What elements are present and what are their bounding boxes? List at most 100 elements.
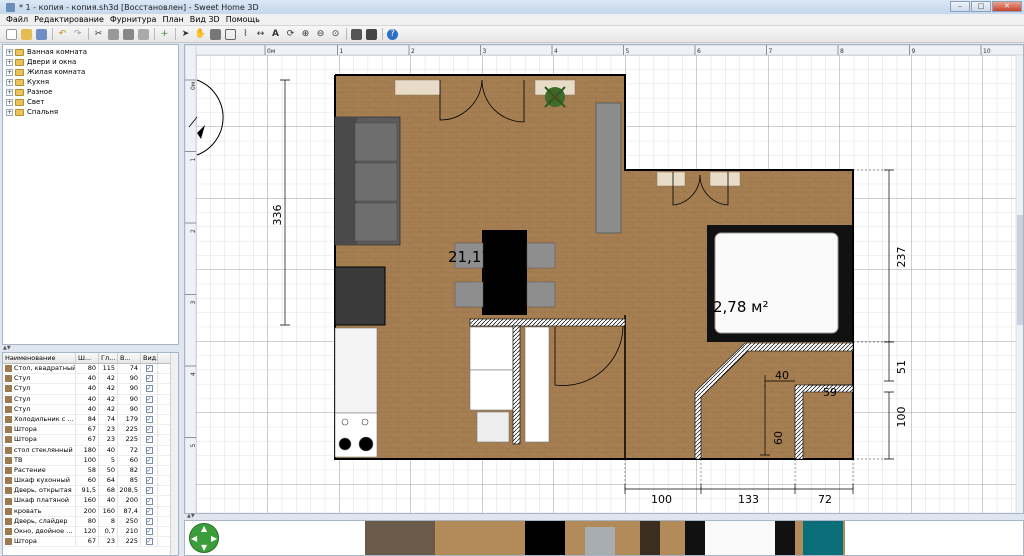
create-video-icon[interactable] <box>366 28 377 40</box>
catalog-category-bathroom[interactable]: + Ванная комната <box>3 47 178 57</box>
visible-checkbox[interactable]: ✓ <box>145 517 153 525</box>
expand-icon[interactable]: + <box>6 88 13 96</box>
table-row[interactable]: Холодильник с ... 84 74 179 ✓ <box>3 414 178 426</box>
catalog-splitter[interactable]: ▲▼ <box>0 346 182 351</box>
create-polylines-icon[interactable]: ⌇ <box>240 29 251 40</box>
zoom-in-icon[interactable]: ⊕ <box>300 29 311 40</box>
menu-help[interactable]: Помощь <box>223 15 263 24</box>
table-row[interactable]: Штора 67 23 225 ✓ <box>3 425 178 436</box>
table-row[interactable]: Растение 58 50 82 ✓ <box>3 465 178 477</box>
expand-icon[interactable]: + <box>6 98 13 106</box>
menu-3d-view[interactable]: Вид 3D <box>187 15 223 24</box>
menu-edit[interactable]: Редактирование <box>31 15 107 24</box>
arrow-down-icon[interactable]: ▼ <box>201 544 207 552</box>
create-dimensions-icon[interactable]: ↔ <box>255 29 266 40</box>
redo-icon[interactable]: ↷ <box>72 29 83 40</box>
table-row[interactable]: Окно, двойное ... 120 0,7 210 ✓ <box>3 527 178 538</box>
column-header-visible[interactable]: Вид... <box>141 353 158 363</box>
close-button[interactable]: ✕ <box>992 1 1022 12</box>
create-rooms-icon[interactable] <box>225 28 236 40</box>
table-row[interactable]: Шкаф платяной 160 40 200 ✓ <box>3 496 178 507</box>
paste-icon[interactable] <box>123 28 134 40</box>
main-splitter[interactable] <box>180 44 183 556</box>
catalog-category-bedroom[interactable]: + Спальня <box>3 107 178 117</box>
visible-checkbox[interactable]: ✓ <box>145 456 153 464</box>
maximize-button[interactable]: □ <box>971 1 991 12</box>
expand-icon[interactable]: + <box>6 58 13 66</box>
select-mode-icon[interactable]: ➤ <box>180 29 191 40</box>
pan-mode-icon[interactable]: ✋ <box>195 29 206 40</box>
column-header-depth[interactable]: Гл... <box>99 353 118 363</box>
menu-furniture[interactable]: Фурнитура <box>107 15 160 24</box>
visible-checkbox[interactable]: ✓ <box>145 416 153 424</box>
copy-icon[interactable] <box>108 28 119 40</box>
table-row[interactable]: Дверь, открытая 91,5 68 208,5 ✓ <box>3 486 178 497</box>
zoom-reset-icon[interactable]: ⊙ <box>330 29 341 40</box>
table-row[interactable]: Стул 40 42 90 ✓ <box>3 374 178 385</box>
open-file-icon[interactable] <box>21 28 32 40</box>
column-header-height[interactable]: В... <box>118 353 141 363</box>
visible-checkbox[interactable]: ✓ <box>145 487 153 495</box>
plan-scrollbar-thumb[interactable] <box>1017 215 1024 325</box>
visible-checkbox[interactable]: ✓ <box>145 507 153 515</box>
undo-icon[interactable]: ↶ <box>57 29 68 40</box>
visible-checkbox[interactable]: ✓ <box>145 446 153 454</box>
visible-checkbox[interactable]: ✓ <box>145 466 153 474</box>
table-row[interactable]: ТВ 100 5 60 ✓ <box>3 455 178 466</box>
visible-checkbox[interactable]: ✓ <box>145 385 153 393</box>
add-furniture-icon[interactable]: + <box>159 29 170 40</box>
column-header-name[interactable]: Наименование <box>3 353 76 363</box>
table-row[interactable]: Стул 40 42 90 ✓ <box>3 404 178 415</box>
delete-icon[interactable] <box>138 28 149 40</box>
column-header-width[interactable]: Ш... <box>76 353 99 363</box>
arrow-up-icon[interactable]: ▲ <box>201 525 207 533</box>
minimize-button[interactable]: – <box>950 1 970 12</box>
visible-checkbox[interactable]: ✓ <box>145 405 153 413</box>
3d-render[interactable] <box>185 521 1024 556</box>
table-row[interactable]: кровать 200 160 87,4 ✓ <box>3 506 178 517</box>
expand-icon[interactable]: + <box>6 68 13 76</box>
catalog-category-lights[interactable]: + Свет <box>3 97 178 107</box>
visible-checkbox[interactable]: ✓ <box>145 365 153 373</box>
create-labels-icon[interactable]: A <box>270 29 281 40</box>
table-row[interactable]: Стул 40 42 90 ✓ <box>3 384 178 395</box>
table-row[interactable]: Штора 67 23 225 ✓ <box>3 537 178 548</box>
table-row[interactable]: Шкаф кухонный 60 64 85 ✓ <box>3 476 178 487</box>
plan-canvas[interactable]: 0м 1 2 3 4 5 6 7 8 9 10 0м12345 336 21,1… <box>185 45 1024 514</box>
visible-checkbox[interactable]: ✓ <box>145 436 153 444</box>
visible-checkbox[interactable]: ✓ <box>145 426 153 434</box>
3d-navigation-control[interactable]: ▲ ▼ ◀ ▶ <box>189 523 219 553</box>
expand-icon[interactable]: + <box>6 78 13 86</box>
visible-checkbox[interactable]: ✓ <box>145 497 153 505</box>
visible-checkbox[interactable]: ✓ <box>145 477 153 485</box>
visible-checkbox[interactable]: ✓ <box>145 395 153 403</box>
arrow-left-icon[interactable]: ◀ <box>191 535 197 543</box>
rotate-icon[interactable]: ⟳ <box>285 29 296 40</box>
catalog-category-misc[interactable]: + Разное <box>3 87 178 97</box>
table-row[interactable]: Штора 67 23 225 ✓ <box>3 435 178 446</box>
menu-plan[interactable]: План <box>159 15 186 24</box>
catalog-category-living-room[interactable]: + Жилая комната <box>3 67 178 77</box>
menu-file[interactable]: Файл <box>3 15 31 24</box>
save-file-icon[interactable] <box>36 28 47 40</box>
new-file-icon[interactable] <box>6 28 17 40</box>
help-icon[interactable]: ? <box>387 28 398 40</box>
catalog-category-kitchen[interactable]: + Кухня <box>3 77 178 87</box>
3d-view[interactable]: ▲ ▼ ◀ ▶ <box>184 520 1024 556</box>
expand-icon[interactable]: + <box>6 108 13 116</box>
expand-icon[interactable]: + <box>6 48 13 56</box>
table-row[interactable]: Дверь, слайдер 80 8 250 ✓ <box>3 516 178 527</box>
zoom-out-icon[interactable]: ⊖ <box>315 29 326 40</box>
table-row[interactable]: стол стеклянный 180 40 72 ✓ <box>3 445 178 456</box>
catalog-category-doors-windows[interactable]: + Двери и окна <box>3 57 178 67</box>
cut-icon[interactable]: ✂ <box>93 29 104 40</box>
table-scrollbar[interactable] <box>170 353 178 555</box>
table-row[interactable]: Стул 40 42 90 ✓ <box>3 394 178 405</box>
create-walls-icon[interactable] <box>210 28 221 40</box>
visible-checkbox[interactable]: ✓ <box>145 528 153 536</box>
arrow-right-icon[interactable]: ▶ <box>211 535 217 543</box>
create-photo-icon[interactable] <box>351 28 362 40</box>
plan-view[interactable]: 0м 1 2 3 4 5 6 7 8 9 10 0м 1 2 3 4 5 336… <box>184 44 1024 514</box>
visible-checkbox[interactable]: ✓ <box>145 538 153 546</box>
visible-checkbox[interactable]: ✓ <box>145 375 153 383</box>
